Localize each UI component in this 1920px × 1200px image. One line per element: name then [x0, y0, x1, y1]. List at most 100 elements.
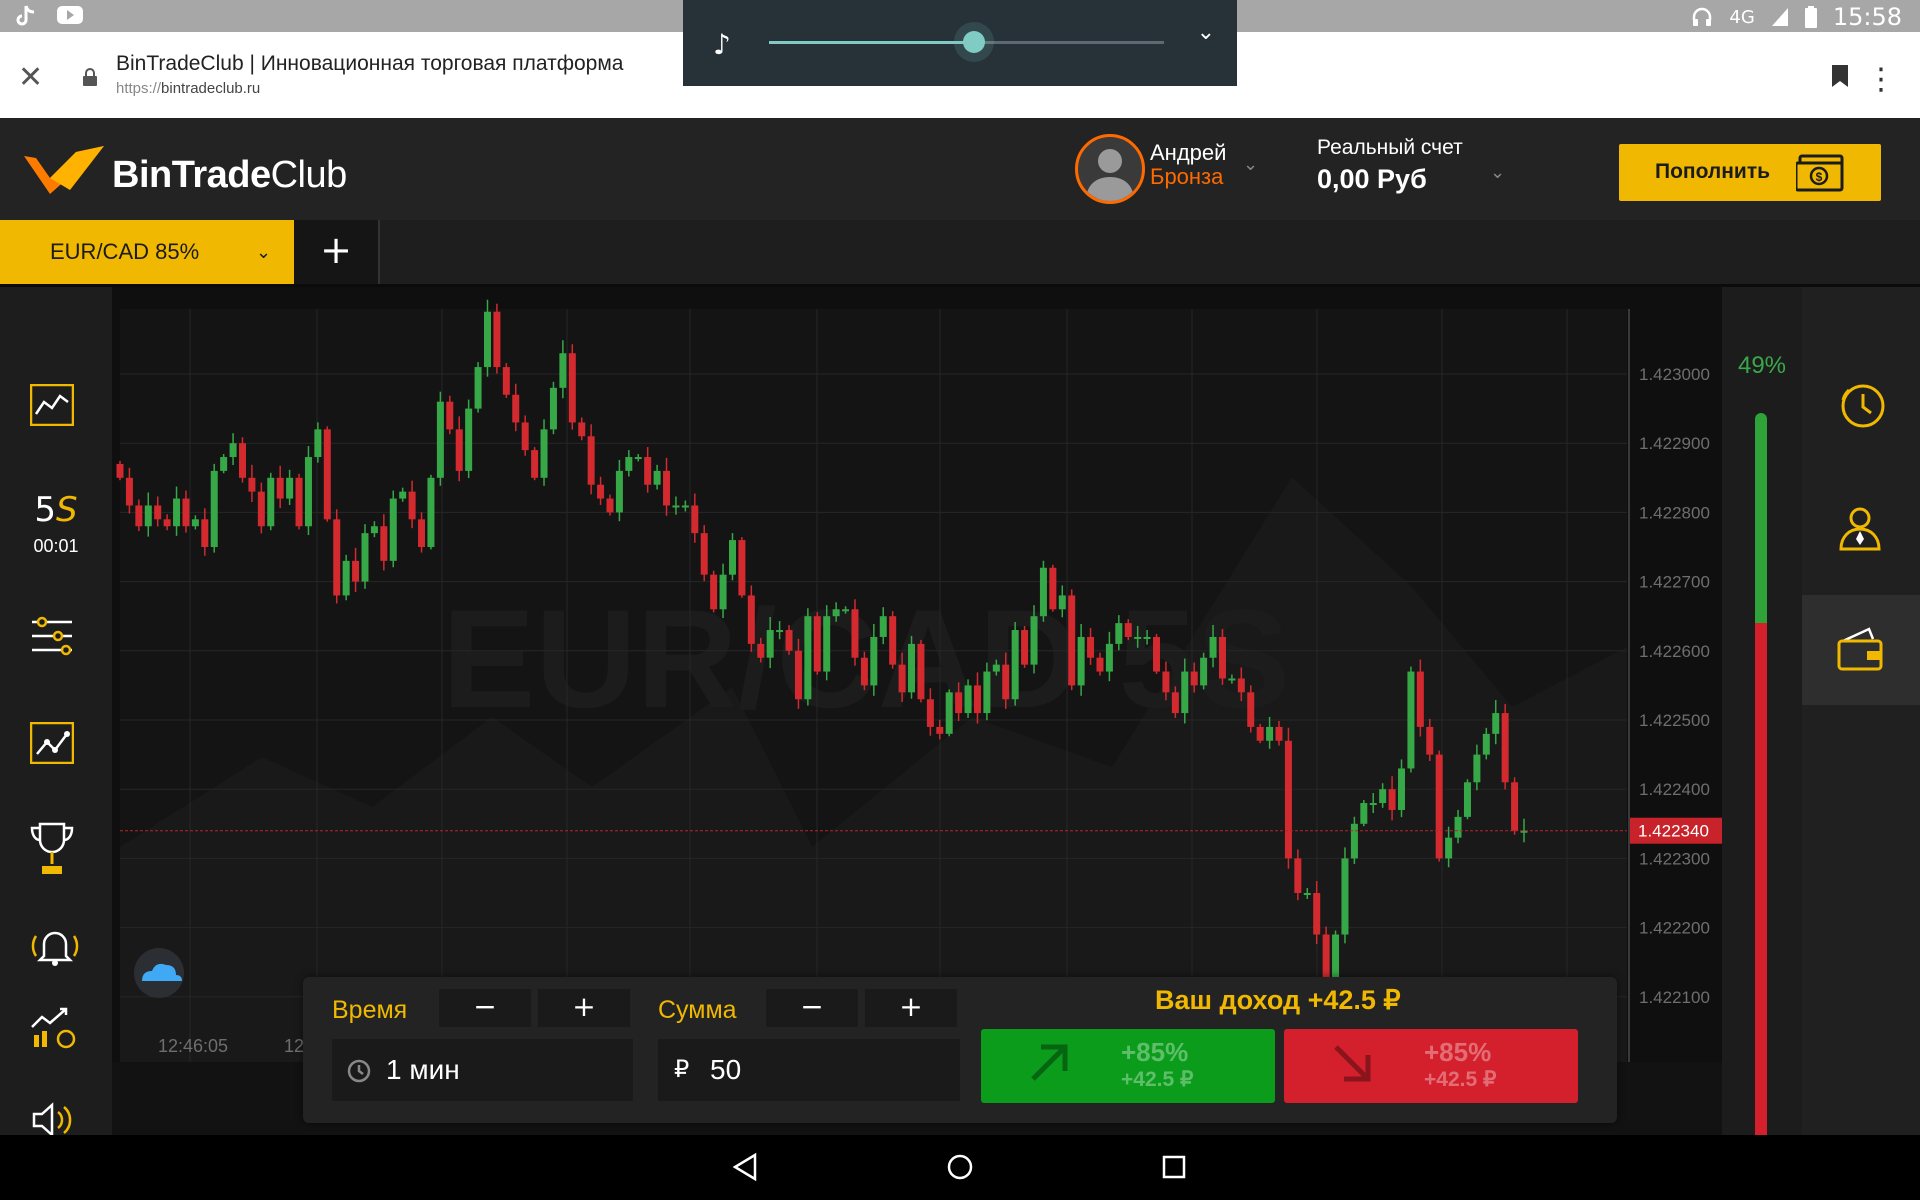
- candle-body: [267, 477, 275, 527]
- chart-type-icon[interactable]: [30, 384, 74, 426]
- wallet-icon[interactable]: [1837, 627, 1883, 671]
- status-right: 4G 15:58: [1691, 3, 1902, 31]
- collapse-chevron-icon[interactable]: ⌄: [1197, 20, 1215, 45]
- candle-body: [955, 692, 963, 714]
- price-chart-area[interactable]: EUR/CAD 5S1.4230001.4229001.4228001.4227…: [112, 287, 1722, 1062]
- put-down-button[interactable]: +85% +42.5 ₽: [1284, 1029, 1578, 1103]
- candle-body: [1068, 595, 1076, 686]
- candle-body: [870, 636, 878, 686]
- close-tab-icon[interactable]: ✕: [18, 60, 43, 95]
- history-clock-icon[interactable]: [1837, 380, 1887, 430]
- profile-user-icon[interactable]: [1837, 505, 1883, 551]
- candle-body: [1369, 803, 1377, 806]
- bintradeclub-logo-icon[interactable]: [24, 142, 104, 196]
- candle-body: [455, 429, 463, 471]
- candle-body: [1039, 567, 1047, 617]
- candle-body: [135, 505, 143, 527]
- candle-body: [973, 685, 981, 714]
- candle-body: [1416, 671, 1424, 727]
- arrow-up-right-icon: [1031, 1044, 1068, 1081]
- url-protocol: https://: [116, 80, 162, 97]
- user-rank[interactable]: Бронза: [1150, 164, 1223, 190]
- candle-body: [597, 484, 605, 499]
- candle-body: [361, 533, 369, 582]
- app-header: BinTradeClub Андрей Бронза ⌄ Реальный сч…: [0, 118, 1920, 222]
- avatar[interactable]: [1075, 134, 1145, 204]
- logo-text[interactable]: BinTradeClub: [112, 154, 347, 197]
- candle-body: [776, 630, 784, 633]
- candle-body: [813, 616, 821, 672]
- candle-body: [1171, 692, 1179, 714]
- alerts-bell-icon[interactable]: [30, 924, 80, 968]
- asset-dropdown-chevron-icon[interactable]: ⌄: [256, 242, 271, 263]
- candle-body: [1360, 803, 1368, 824]
- drawing-tools-icon[interactable]: [30, 722, 74, 764]
- candlestick-chart[interactable]: EUR/CAD 5S1.4230001.4229001.4228001.4227…: [112, 287, 1722, 1062]
- amount-field[interactable]: ₽ 50: [658, 1039, 960, 1101]
- candle-body: [1492, 713, 1500, 734]
- user-name[interactable]: Андрей: [1150, 140, 1226, 166]
- tournament-trophy-icon[interactable]: [30, 822, 74, 880]
- candle-body: [389, 498, 397, 561]
- deposit-button[interactable]: Пополнить $: [1619, 144, 1881, 201]
- expected-income: Ваш доход +42.5 ₽: [1155, 985, 1401, 1015]
- account-menu-chevron-icon[interactable]: ⌄: [1490, 162, 1505, 183]
- candle-body: [1162, 671, 1170, 693]
- candle-body: [1002, 664, 1010, 700]
- recents-icon[interactable]: [1161, 1151, 1187, 1183]
- candle-body: [512, 394, 520, 423]
- status-left-icons: [14, 4, 84, 28]
- candle-body: [842, 609, 850, 612]
- indicators-icon[interactable]: [30, 614, 74, 658]
- tab-asset-pair[interactable]: EUR/CAD 85% ⌄: [0, 220, 294, 284]
- media-seek-knob[interactable]: [963, 31, 986, 53]
- page-url[interactable]: https://bintradeclub.ru: [116, 80, 260, 97]
- svg-text:$: $: [1816, 170, 1823, 184]
- candle-body: [304, 457, 312, 527]
- amount-increase-button[interactable]: +: [865, 989, 957, 1027]
- candle-body: [1218, 636, 1226, 679]
- call-up-button[interactable]: +85% +42.5 ₽: [981, 1029, 1275, 1103]
- time-decrease-button[interactable]: −: [439, 989, 531, 1027]
- candle-body: [719, 574, 727, 610]
- time-increase-button[interactable]: +: [538, 989, 630, 1027]
- y-tick-label: 1.422900: [1639, 434, 1710, 453]
- candle-body: [1435, 754, 1443, 859]
- add-tab-button[interactable]: +: [294, 220, 380, 284]
- account-type-label[interactable]: Реальный счет: [1317, 136, 1463, 160]
- user-menu-chevron-icon[interactable]: ⌄: [1243, 154, 1258, 175]
- amount-decrease-button[interactable]: −: [766, 989, 858, 1027]
- candle-body: [399, 491, 407, 499]
- candle-body: [446, 401, 454, 430]
- candle-body: [1087, 636, 1095, 658]
- currency-symbol: ₽: [674, 1056, 690, 1083]
- android-navigation-bar: [0, 1135, 1920, 1200]
- media-seek-progress: [769, 41, 975, 44]
- candle-body: [125, 477, 133, 506]
- candle-body: [1190, 671, 1198, 686]
- more-menu-icon[interactable]: ⋮: [1866, 62, 1896, 97]
- candle-body: [333, 519, 341, 596]
- sentiment-up-percent: 49%: [1737, 352, 1787, 379]
- y-tick-label: 1.423000: [1639, 365, 1710, 384]
- y-tick-label: 1.422700: [1639, 573, 1710, 592]
- bookmark-icon[interactable]: [1830, 64, 1850, 88]
- candle-body: [568, 353, 576, 423]
- candle-body: [1200, 657, 1208, 686]
- candle-body: [1294, 858, 1302, 893]
- account-balance[interactable]: 0,00 Руб: [1317, 164, 1427, 195]
- signals-icon[interactable]: [30, 1005, 78, 1049]
- candle-body: [201, 519, 209, 547]
- candle-body: [493, 311, 501, 368]
- timeframe-value: 5S: [0, 490, 112, 530]
- candle-body: [1143, 636, 1151, 639]
- sound-icon[interactable]: [30, 1102, 76, 1138]
- candle-body: [710, 574, 718, 610]
- home-icon[interactable]: [945, 1151, 975, 1183]
- tiktok-icon: [16, 5, 35, 26]
- candle-body: [964, 685, 972, 714]
- expiry-time-field[interactable]: 1 мин: [332, 1039, 633, 1101]
- candle-body: [1153, 636, 1161, 672]
- back-icon[interactable]: [731, 1151, 759, 1183]
- timeframe-selector[interactable]: 5S 00:01: [0, 490, 112, 557]
